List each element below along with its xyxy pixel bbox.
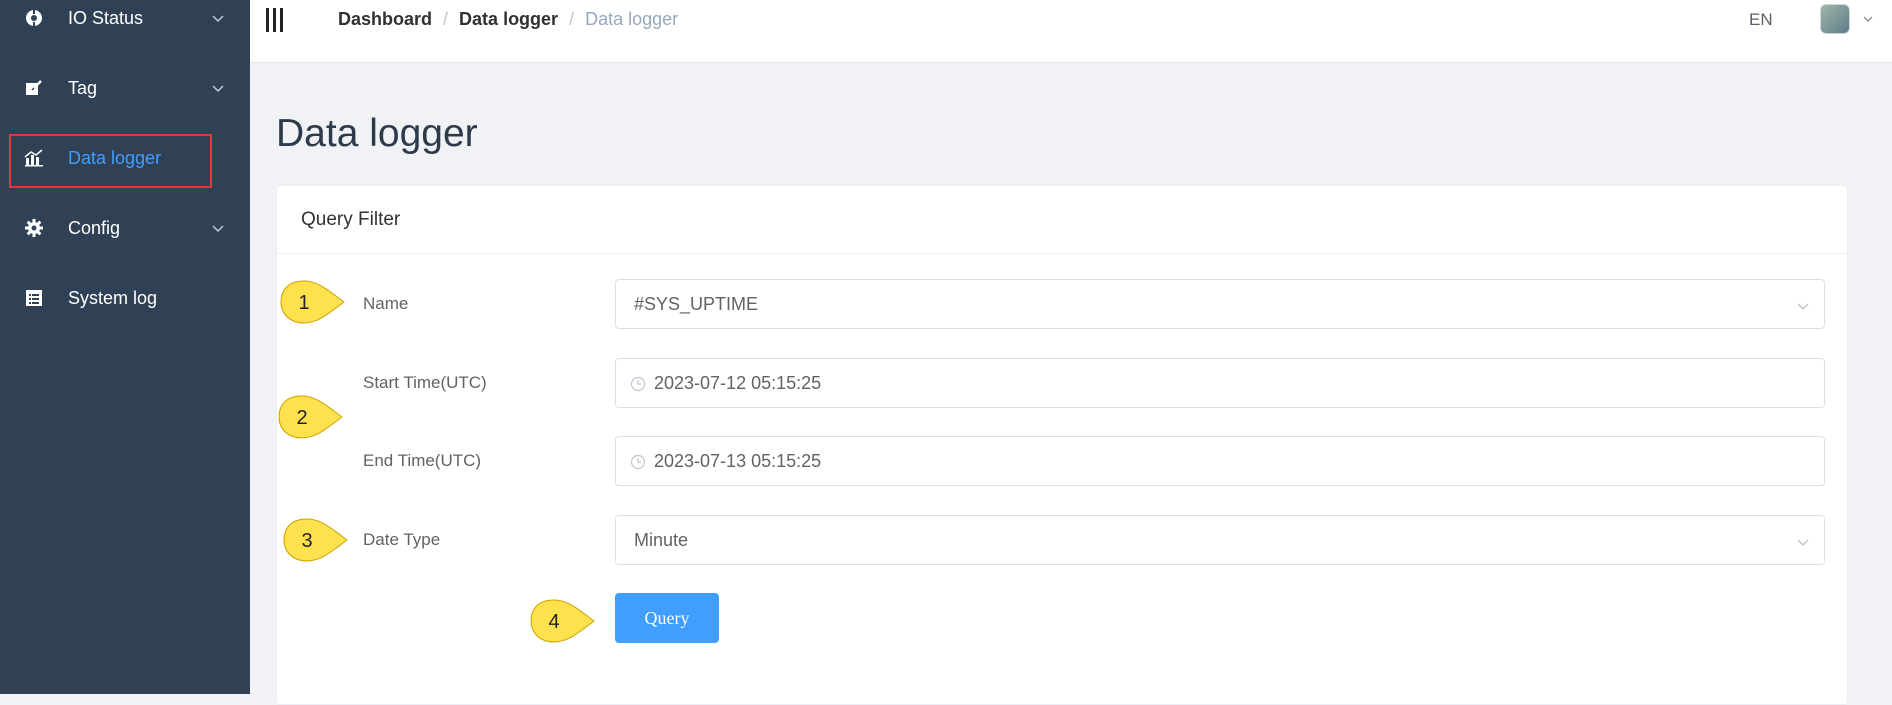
name-value: #SYS_UPTIME	[634, 294, 759, 314]
sidebar-item-io-status[interactable]: IO Status	[0, 0, 250, 46]
highlight-box	[9, 134, 212, 188]
top-header: Dashboard / Data logger / Data logger EN	[250, 0, 1892, 63]
chevron-down-icon	[212, 85, 224, 93]
breadcrumb-separator: /	[443, 9, 449, 29]
callout-number: 2	[296, 407, 307, 429]
tag-icon	[24, 78, 44, 98]
sidebar-item-label: System log	[68, 287, 158, 308]
hamburger-icon[interactable]	[266, 8, 284, 32]
breadcrumb-separator: /	[569, 9, 575, 29]
query-button[interactable]: Query	[615, 593, 719, 643]
sidebar-item-label: Tag	[68, 77, 98, 98]
page-title: Data logger	[276, 112, 478, 155]
start-time-label: Start Time(UTC)	[363, 373, 487, 392]
io-status-icon	[24, 8, 44, 28]
sidebar-item-label: Config	[68, 217, 121, 238]
name-label: Name	[363, 294, 409, 313]
start-time-picker[interactable]: 2023-07-12 05:15:25	[615, 358, 1825, 408]
sidebar-item-label: IO Status	[68, 7, 144, 28]
chevron-down-icon	[1797, 539, 1809, 547]
chevron-down-icon	[212, 15, 224, 23]
callout-1: 1	[280, 280, 345, 324]
breadcrumb-dashboard[interactable]: Dashboard	[338, 9, 432, 29]
callout-number: 3	[301, 530, 312, 552]
card-title: Query Filter	[301, 209, 401, 230]
callout-4: 4	[530, 599, 595, 643]
chevron-down-icon	[1797, 303, 1809, 311]
list-icon	[24, 288, 44, 308]
end-time-label: End Time(UTC)	[363, 451, 482, 470]
end-time-picker[interactable]: 2023-07-13 05:15:25	[615, 436, 1825, 486]
name-select[interactable]: #SYS_UPTIME	[615, 279, 1825, 329]
sidebar: IO Status Tag Data logger Config System …	[0, 0, 250, 694]
start-time-value: 2023-07-12 05:15:25	[654, 373, 822, 393]
sidebar-item-system-log[interactable]: System log	[0, 270, 250, 326]
gear-icon	[24, 218, 44, 238]
end-time-value: 2023-07-13 05:15:25	[654, 451, 822, 471]
callout-3: 3	[283, 518, 348, 562]
breadcrumb-data-logger[interactable]: Data logger	[459, 9, 558, 29]
sidebar-item-tag[interactable]: Tag	[0, 60, 250, 116]
date-type-select[interactable]: Minute	[615, 515, 1825, 565]
avatar[interactable]	[1820, 4, 1850, 34]
chevron-down-icon	[212, 225, 224, 233]
clock-icon	[630, 454, 646, 470]
sidebar-item-config[interactable]: Config	[0, 200, 250, 256]
breadcrumb-current: Data logger	[585, 9, 679, 29]
breadcrumb: Dashboard / Data logger / Data logger	[338, 9, 678, 30]
callout-2: 2	[278, 395, 343, 439]
date-type-label: Date Type	[363, 530, 441, 549]
query-filter-card: Query Filter Name #SYS_UPTIME Start Time…	[276, 185, 1848, 705]
callout-number: 4	[548, 611, 559, 633]
callout-number: 1	[298, 292, 309, 314]
date-type-value: Minute	[634, 530, 689, 550]
language-switch[interactable]: EN	[1749, 10, 1773, 30]
chevron-down-icon[interactable]	[1862, 13, 1874, 25]
clock-icon	[630, 376, 646, 392]
card-header: Query Filter	[277, 186, 1847, 254]
